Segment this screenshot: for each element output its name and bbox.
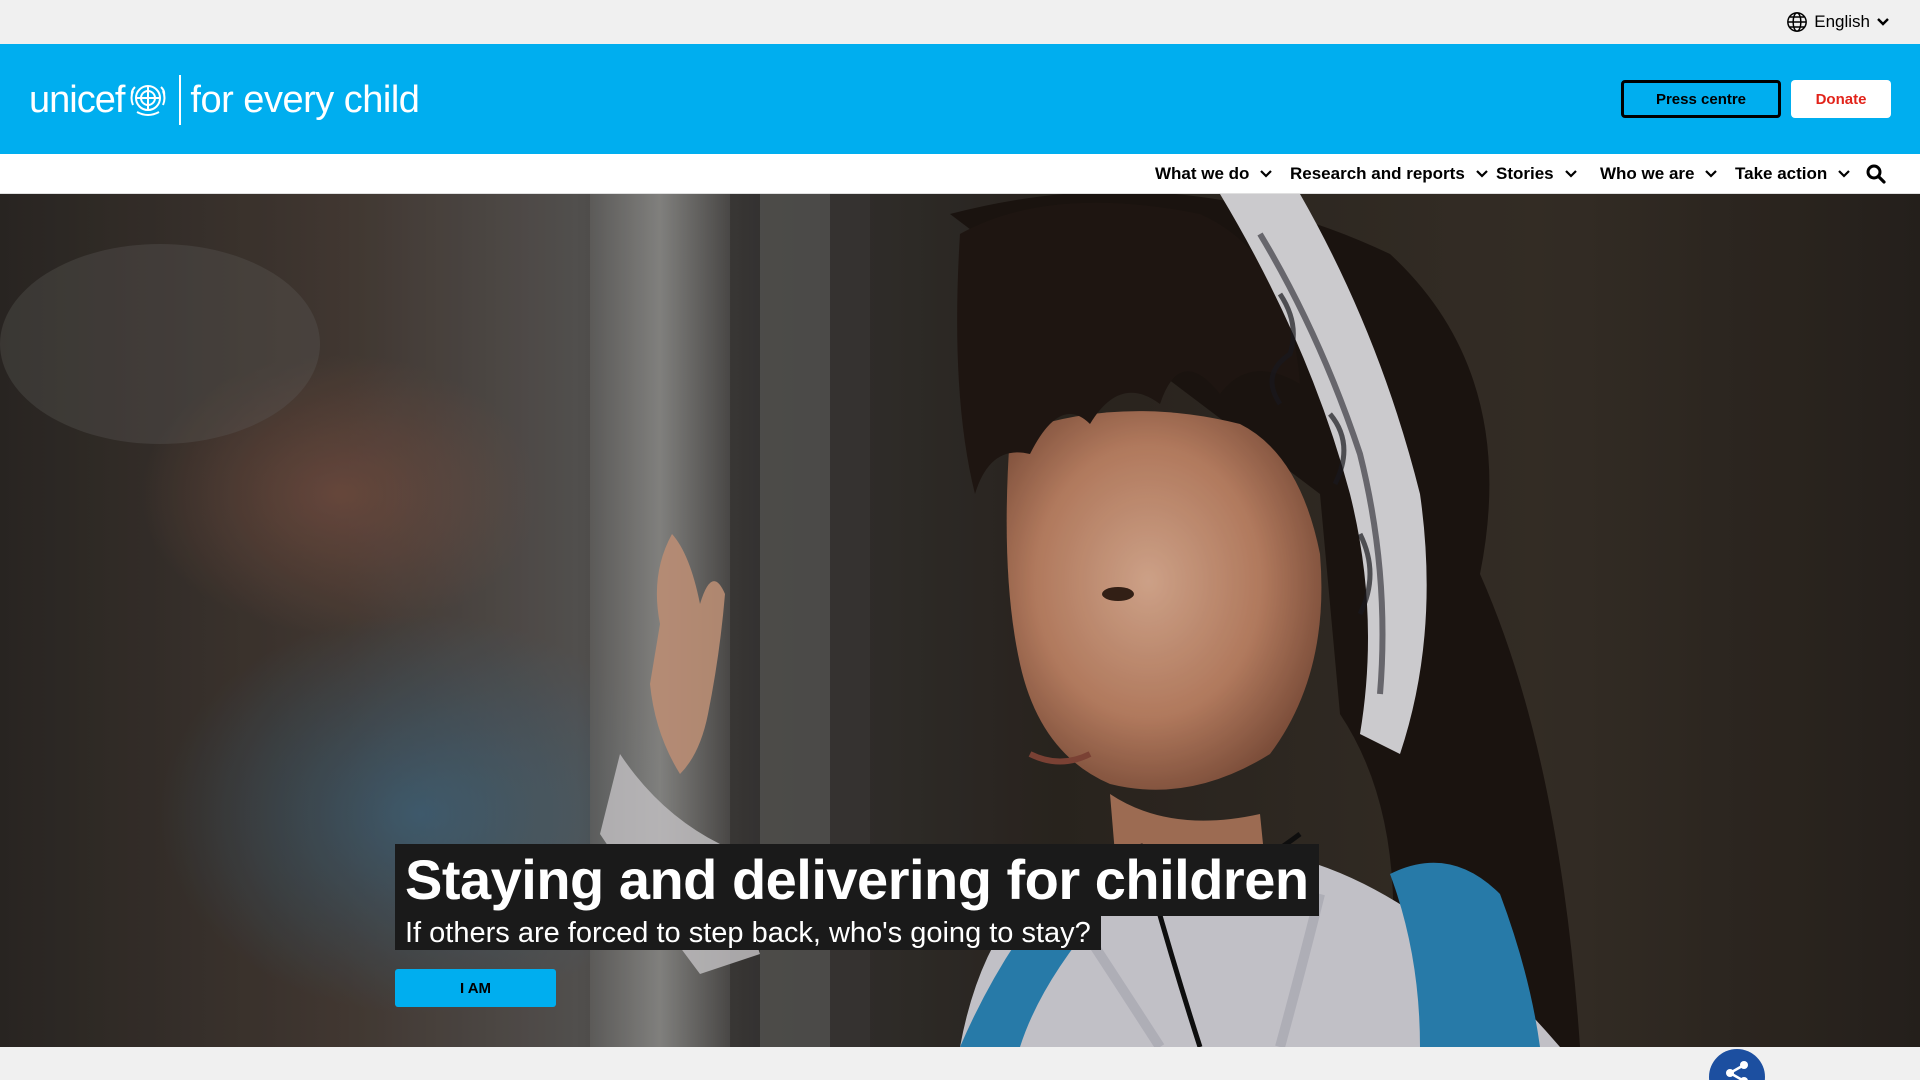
hero-title-box: Staying and delivering for children (395, 844, 1319, 916)
nav-item-research-and-reports[interactable]: Research and reports (1290, 154, 1489, 194)
language-selector[interactable]: English (1786, 10, 1890, 34)
utility-bar: English (0, 0, 1920, 44)
hero-subtitle-box: If others are forced to step back, who's… (395, 916, 1101, 950)
brand-header: unicef for every child Press centre Dona… (0, 44, 1920, 154)
search-icon[interactable] (1866, 164, 1886, 184)
hero-banner: Staying and delivering for children If o… (0, 194, 1920, 1047)
press-centre-button[interactable]: Press centre (1621, 80, 1781, 118)
donate-button[interactable]: Donate (1791, 80, 1891, 118)
logo-divider (179, 75, 182, 125)
chevron-down-icon (1475, 169, 1489, 179)
nav-item-take-action[interactable]: Take action (1735, 154, 1851, 194)
nav-item-stories[interactable]: Stories (1496, 154, 1578, 194)
i-am-button[interactable]: I AM (395, 969, 556, 1007)
language-label: English (1814, 12, 1870, 31)
nav-item-label: Take action (1735, 164, 1828, 183)
chevron-down-icon (1704, 169, 1718, 179)
nav-item-label: What we do (1155, 164, 1250, 183)
chevron-down-icon (1876, 17, 1890, 27)
globe-icon (1786, 11, 1808, 33)
chevron-down-icon (1259, 169, 1273, 179)
nav-item-label: Stories (1496, 164, 1554, 183)
unicef-logo[interactable]: unicef for every child (29, 72, 420, 128)
main-nav: What we do Research and reports Stories … (0, 154, 1920, 194)
logo-wordmark: unicef (29, 79, 125, 121)
chevron-down-icon (1837, 169, 1851, 179)
hero-subtitle: If others are forced to step back, who's… (405, 916, 1091, 949)
logo-tagline: for every child (190, 79, 420, 121)
chevron-down-icon (1564, 169, 1578, 179)
nav-item-who-we-are[interactable]: Who we are (1600, 154, 1718, 194)
nav-item-what-we-do[interactable]: What we do (1155, 154, 1273, 194)
nav-item-label: Research and reports (1290, 164, 1465, 183)
hero-title: Staying and delivering for children (405, 848, 1309, 911)
nav-item-label: Who we are (1600, 164, 1695, 183)
unicef-emblem-icon (127, 77, 169, 124)
bottom-strip (0, 1047, 1920, 1080)
